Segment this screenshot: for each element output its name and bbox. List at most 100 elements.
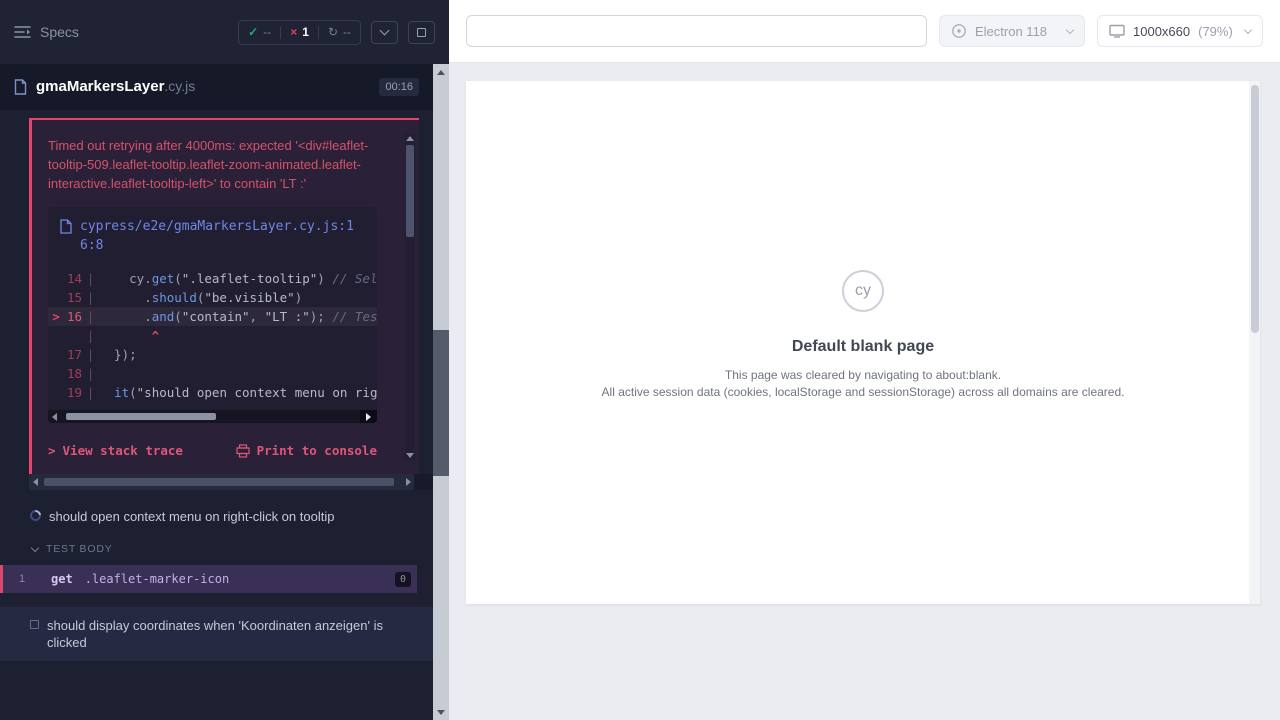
view-stack-trace-button[interactable]: > View stack trace [48, 443, 183, 458]
test-item-pending[interactable]: should display coordinates when 'Koordin… [0, 607, 433, 661]
chevron-down-icon [380, 26, 390, 36]
scrollbar-corner [414, 474, 433, 490]
code-line: 18| [48, 364, 377, 383]
scroll-down-arrow[interactable] [433, 704, 449, 720]
scrollbar-thumb[interactable] [1251, 85, 1259, 333]
cypress-logo-text: cy [855, 282, 871, 300]
scrollbar-thumb[interactable] [66, 413, 216, 420]
stat-passed: ✓ -- [248, 25, 271, 39]
blank-page-title: Default blank page [792, 338, 934, 356]
divider [318, 26, 319, 39]
reporter-vertical-scrollbar [433, 64, 449, 720]
runner-panel: Electron 118 1000x660 (79%) cy Default b… [449, 0, 1280, 720]
code-line: 15| .should("be.visible") [48, 288, 377, 307]
test-body-label: TEST BODY [46, 543, 113, 555]
scroll-left-arrow[interactable] [29, 474, 41, 490]
scroll-up-arrow[interactable] [406, 136, 414, 141]
spec-file-icon [14, 79, 27, 95]
pending-square-icon [30, 620, 39, 629]
print-to-console-button[interactable]: Print to console [236, 443, 377, 458]
error-actions: > View stack trace Print to console [48, 443, 377, 458]
scrollbar-thumb[interactable] [44, 478, 394, 486]
file-link-text: cypress/e2e/gmaMarkersLayer.cy.js:16:8 [80, 217, 365, 255]
blank-page-line2: All active session data (cookies, localS… [602, 384, 1125, 401]
cross-icon: × [290, 26, 297, 38]
spinner-icon [28, 508, 43, 523]
code-line: 19| it("should open context menu on righ [48, 383, 377, 402]
stop-button[interactable] [408, 21, 435, 44]
stat-failed: × 1 [290, 25, 309, 39]
scrollbar-thumb[interactable] [406, 145, 414, 237]
runner-header: Electron 118 1000x660 (79%) [449, 0, 1280, 63]
spec-name: gmaMarkersLayer [36, 78, 164, 95]
scroll-right-arrow[interactable] [402, 474, 414, 490]
aut-frame: cy Default blank page This page was clea… [466, 81, 1260, 604]
spec-extension: .cy.js [164, 78, 195, 94]
blank-page-line1: This page was cleared by navigating to a… [725, 367, 1001, 384]
specs-toggle[interactable]: Specs [14, 24, 79, 40]
browser-label: Electron 118 [975, 24, 1047, 39]
test-body-header[interactable]: TEST BODY [0, 539, 433, 559]
scrollbar-track[interactable] [61, 410, 360, 423]
refresh-icon: ↻ [328, 25, 338, 39]
command-number: 1 [19, 573, 37, 585]
stop-icon [417, 28, 426, 37]
failed-count: 1 [302, 25, 309, 39]
cypress-logo: cy [842, 270, 884, 312]
test-title: should open context menu on right-click … [49, 508, 334, 525]
code-line: | ^ [48, 326, 377, 345]
stat-pending: ↻ -- [328, 25, 351, 39]
test-item-running[interactable]: should open context menu on right-click … [0, 506, 433, 527]
test-stats: ✓ -- × 1 ↻ -- [238, 20, 361, 45]
error-vertical-scrollbar [405, 134, 415, 460]
chevron-down-icon [1066, 26, 1074, 34]
print-to-console-label: Print to console [257, 443, 377, 458]
specs-list-icon [14, 25, 31, 39]
divider [280, 26, 281, 39]
blank-page: cy Default blank page This page was clea… [466, 81, 1260, 604]
aut-vertical-scrollbar [1249, 81, 1260, 604]
reporter-horizontal-scrollbar [29, 474, 433, 490]
command-count-badge: 0 [395, 572, 411, 587]
chevron-down-icon [1244, 26, 1252, 34]
test-title: should display coordinates when 'Koordin… [47, 617, 389, 651]
chevron-down-icon [31, 544, 39, 552]
file-icon [60, 219, 72, 234]
aut-container: cy Default blank page This page was clea… [449, 63, 1280, 720]
electron-browser-icon [951, 23, 967, 39]
viewport-scale: (79%) [1198, 24, 1233, 39]
reporter-main: gmaMarkersLayer.cy.js 00:16 Timed out re… [0, 64, 433, 720]
reporter-panel: Specs ✓ -- × 1 ↻ -- [0, 0, 449, 720]
view-stack-trace-label: View stack trace [63, 443, 183, 458]
scroll-up-arrow[interactable] [433, 64, 449, 80]
viewport-selector[interactable]: 1000x660 (79%) [1097, 15, 1263, 47]
specs-label: Specs [40, 24, 79, 40]
print-icon [236, 444, 250, 458]
command-message: .leaflet-marker-icon [85, 572, 395, 586]
scroll-left-arrow[interactable] [48, 410, 61, 423]
viewport-size: 1000x660 [1133, 24, 1190, 39]
reporter-header: Specs ✓ -- × 1 ↻ -- [0, 0, 449, 64]
scrollbar-thumb[interactable] [433, 330, 449, 476]
error-message: Timed out retrying after 4000ms: expecte… [48, 136, 380, 193]
code-line: 14| cy.get(".leaflet-tooltip") // Sele [48, 269, 377, 288]
chevron-right-icon: > [48, 443, 56, 458]
code-horizontal-scrollbar [48, 410, 377, 423]
scrollbar-track[interactable] [41, 474, 402, 490]
spec-header: gmaMarkersLayer.cy.js 00:16 [0, 64, 433, 110]
collapse-all-button[interactable] [371, 21, 398, 44]
viewport-icon [1109, 24, 1125, 38]
command-log-row[interactable]: 1 get .leaflet-marker-icon 0 [0, 565, 417, 593]
check-icon: ✓ [248, 25, 258, 39]
pending-count: -- [343, 25, 351, 39]
code-line: 17| }); [48, 345, 377, 364]
scroll-right-arrow[interactable] [360, 410, 377, 423]
url-input[interactable] [466, 15, 927, 47]
code-lines: 14| cy.get(".leaflet-tooltip") // Sele15… [48, 259, 377, 410]
spec-duration: 00:16 [379, 78, 419, 96]
scroll-down-arrow[interactable] [406, 453, 414, 458]
code-line: >16| .and("contain", "LT :"); // Test [48, 307, 377, 326]
error-file-link[interactable]: cypress/e2e/gmaMarkersLayer.cy.js:16:8 [48, 207, 377, 259]
test-error-panel: Timed out retrying after 4000ms: expecte… [29, 118, 419, 474]
browser-selector[interactable]: Electron 118 [939, 15, 1085, 47]
